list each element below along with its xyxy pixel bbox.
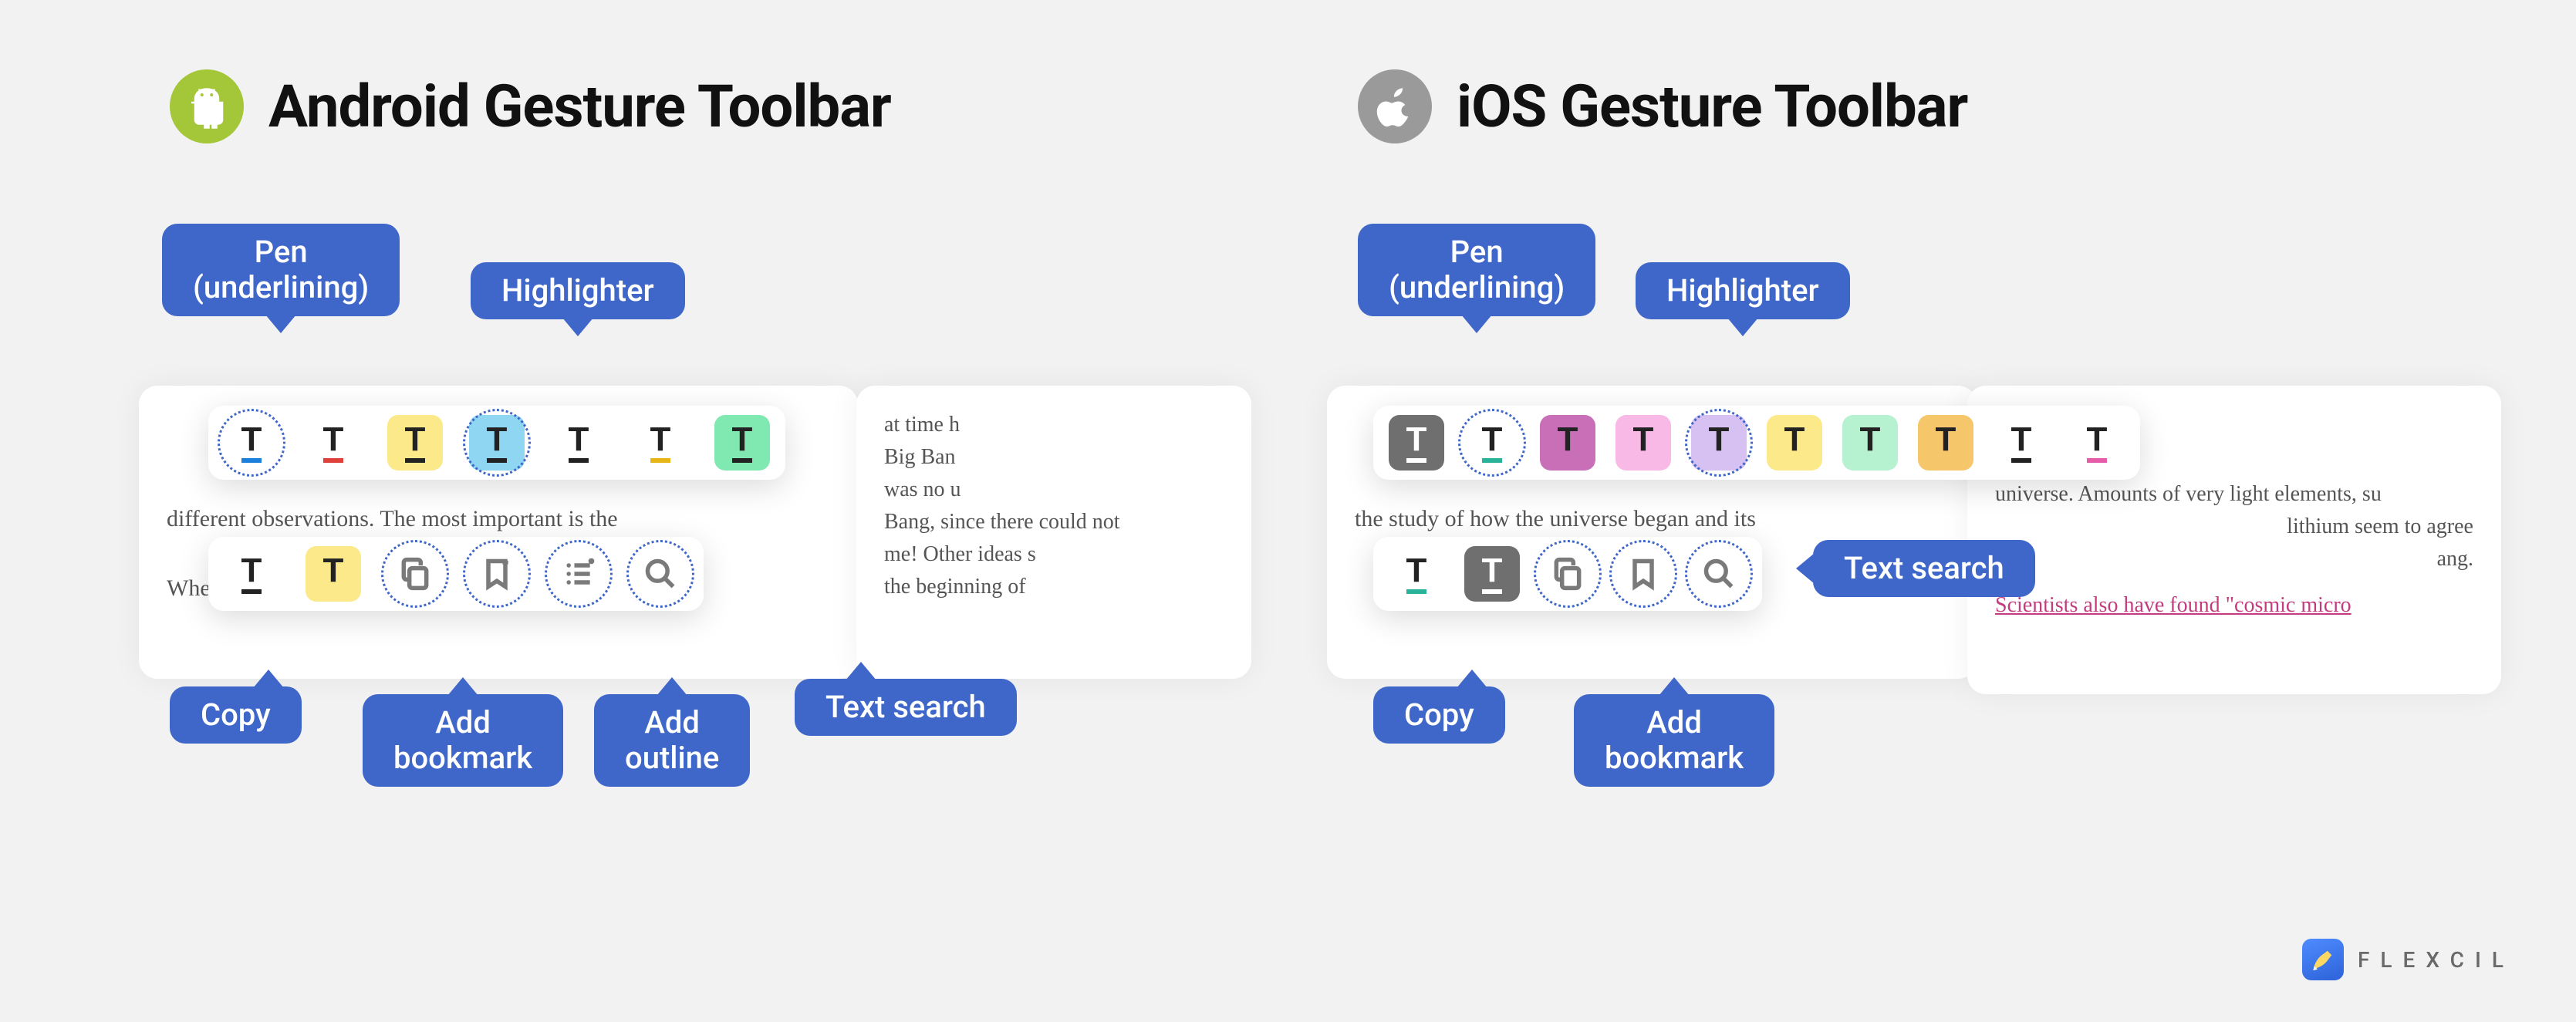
pen-amber-swatch[interactable]: T [633,415,688,471]
ios-bookmark-label: Add bookmark [1574,694,1774,787]
ios-swatch-mauve[interactable]: T [1540,415,1595,471]
pen-label: Pen (underlining) [162,224,400,316]
ios-swatch-mint[interactable]: T [1842,415,1898,471]
ios-pen-label: Pen (underlining) [1358,224,1595,316]
ios-bookmark-icon[interactable] [1615,546,1671,602]
highlighter-label: Highlighter [471,262,685,319]
ios-swatch-pinku[interactable]: T [2069,415,2125,471]
ios-heading: iOS Gesture Toolbar [1358,69,1967,143]
doc-card-right: at time h Big Ban was no u Bang, since t… [856,386,1251,679]
android-diagram: different observations. The most importa… [139,355,1258,895]
copy-label: Copy [170,686,302,744]
ios-swatch-grey[interactable]: T [1389,415,1444,471]
android-title: Android Gesture Toolbar [268,72,891,141]
ios-toolbar-row1[interactable]: T T T T T T T T T T [1373,406,2140,480]
android-toolbar-row2[interactable]: T T [208,537,704,611]
ios-diagram: the study of how the universe began and … [1327,355,2484,895]
ios-text-search-label: Text search [1813,540,2035,597]
pen-black-swatch[interactable]: T [551,415,606,471]
ios-doc-text-left: the study of how the universe began and … [1355,501,1949,536]
search-icon[interactable] [633,546,688,602]
pen-blue-swatch[interactable]: T [224,415,279,471]
ios-swatch-yellow[interactable]: T [1767,415,1822,471]
highlighter-green-swatch[interactable]: T [714,415,770,471]
ios-pen-swatch[interactable]: T [1464,415,1520,471]
ios-copy-label: Copy [1373,686,1505,744]
ios-title: iOS Gesture Toolbar [1457,72,1967,141]
bookmark-label: Add bookmark [363,694,563,787]
ios-r2-swatch2[interactable]: T [1464,546,1520,602]
ios-highlighter-swatch[interactable]: T [1691,415,1747,471]
pen-yellow-hl-swatch[interactable]: T [387,415,443,471]
outline-icon[interactable] [551,546,606,602]
ios-toolbar-row2[interactable]: T T [1373,537,1762,611]
ios-swatch-pink[interactable]: T [1615,415,1671,471]
bookmark-icon[interactable] [469,546,525,602]
pen-red-swatch[interactable]: T [306,415,361,471]
android-icon [170,69,244,143]
ios-r2-swatch1[interactable]: T [1389,546,1444,602]
ios-search-icon[interactable] [1691,546,1747,602]
apple-icon [1358,69,1432,143]
ios-doc-r4: Scientists also have found "cosmic micro [1995,589,2473,622]
copy-icon[interactable] [387,546,443,602]
text-search-label: Text search [795,679,1017,736]
brand-name: FLEXCIL [2358,947,2514,973]
ios-doc-r2: lithium seem to agree [2287,514,2473,538]
ios-swatch-amber[interactable]: T [1918,415,1973,471]
pen-extra1-swatch[interactable]: T [224,546,279,602]
outline-label: Add outline [594,694,750,787]
android-heading: Android Gesture Toolbar [170,69,891,143]
ios-highlighter-label: Highlighter [1636,262,1850,319]
highlighter-yellow-swatch[interactable]: T [306,546,361,602]
ios-doc-r1: universe. Amounts of very light elements… [1995,478,2473,511]
ios-copy-icon[interactable] [1540,546,1595,602]
brand-footer: FLEXCIL [2302,939,2514,980]
flexcil-logo-icon [2302,939,2344,980]
ios-swatch-black[interactable]: T [1994,415,2049,471]
highlighter-blue-swatch[interactable]: T [469,415,525,471]
android-toolbar-row1[interactable]: T T T T T T T [208,406,785,480]
doc-text-right: at time h Big Ban was no u Bang, since t… [884,409,1224,603]
ios-doc-r3: ang. [2437,547,2473,571]
